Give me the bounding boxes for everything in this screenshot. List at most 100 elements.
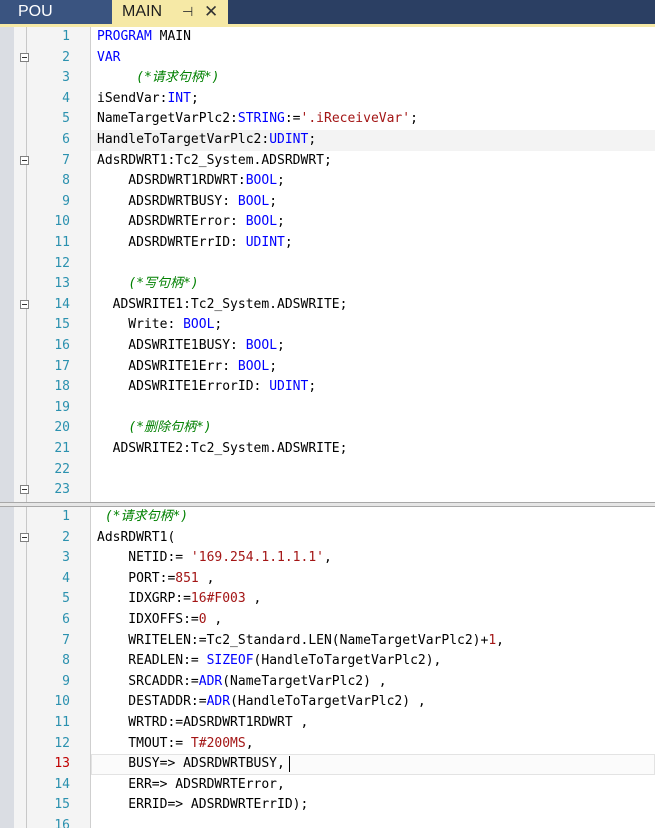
collapse-icon[interactable] (20, 532, 29, 542)
code-token: ADSRDWRT1RDWRT: (97, 173, 246, 189)
code-line[interactable]: 9 SRCADDR:=ADR(NameTargetVarPlc2) , (0, 672, 655, 693)
line-number: 17 (54, 358, 70, 374)
tab-pou[interactable]: POU (0, 0, 112, 24)
code-line[interactable]: 18 ADSWRITE1ErrorID: UDINT; (0, 377, 655, 398)
code-line[interactable]: 23 (0, 480, 655, 501)
code-token: ; (308, 379, 317, 395)
code-line[interactable]: 1 (*请求句柄*) (0, 507, 655, 528)
code-line[interactable]: 4 iSendVar:INT; (0, 89, 655, 110)
code-text: ERRID=> ADSRDWRTErrID); (97, 795, 308, 816)
code-token: VAR (97, 49, 121, 65)
code-token: , (206, 612, 223, 627)
code-text: IDXGRP:=16#F003 , (97, 589, 261, 610)
code-line[interactable]: 5 IDXGRP:=16#F003 , (0, 589, 655, 610)
code-line[interactable]: 2 AdsRDWRT1( (0, 528, 655, 549)
code-text: AdsRDWRT1( (97, 528, 175, 549)
code-token: AdsRDWRT1( (97, 529, 176, 545)
code-text: DESTADDR:=ADR(HandleToTargetVarPlc2) , (97, 692, 425, 713)
code-line[interactable]: 8 ADSRDWRT1RDWRT:BOOL; (0, 171, 655, 192)
code-line[interactable]: 7 AdsRDWRT1:Tc2_System.ADSRDWRT; (0, 151, 655, 172)
collapse-icon[interactable] (20, 299, 29, 309)
code-token: ADSWRITE1Err: (97, 358, 238, 374)
code-line[interactable]: 14 ADSWRITE1:Tc2_System.ADSWRITE; (0, 295, 655, 316)
collapse-icon[interactable] (20, 155, 29, 165)
code-line[interactable]: 14 ERR=> ADSRDWRTError, (0, 775, 655, 796)
code-line[interactable]: 3 NETID:= '169.254.1.1.1.1', (0, 548, 655, 569)
code-line[interactable]: 10 ADSRDWRTError: BOOL; (0, 212, 655, 233)
code-token: WRITELEN:=Tc2_Standard.LEN(NameTargetVar… (97, 632, 489, 648)
code-token: UDINT (269, 379, 309, 395)
code-token: ADSWRITE1:Tc2_System.ADSWRITE; (97, 296, 348, 312)
code-token: ADR (206, 694, 231, 710)
line-number: 2 (62, 49, 70, 65)
code-token: BOOL (237, 358, 270, 374)
line-number: 22 (54, 461, 70, 477)
code-line[interactable]: 1 PROGRAM MAIN (0, 27, 655, 48)
implementation-editor[interactable]: 1 (*请求句柄*) 2 AdsRDWRT1(3 NETID:= '169.254.… (0, 507, 655, 828)
code-token: 1 (488, 632, 497, 648)
code-line[interactable]: 5 NameTargetVarPlc2:STRING:='.iReceiveVar… (0, 109, 655, 130)
code-token: , (198, 570, 215, 586)
code-token: WRTRD:=ADSRDWRT1RDWRT , (97, 715, 309, 730)
code-token: BOOL (245, 173, 278, 189)
code-token: AdsRDWRT1:Tc2_System.ADSRDWRT; (97, 152, 332, 168)
code-line[interactable]: 2 VAR (0, 48, 655, 69)
code-line[interactable]: 6 HandleToTargetVarPlc2:UDINT; (0, 130, 655, 151)
line-number: 13 (54, 276, 70, 292)
code-line[interactable]: 11 WRTRD:=ADSRDWRT1RDWRT , (0, 713, 655, 734)
line-number: 13 (54, 756, 70, 772)
code-line[interactable]: 15 Write: BOOL; (0, 315, 655, 336)
code-token: := (284, 111, 301, 127)
code-token: 0 (198, 612, 207, 627)
code-line[interactable]: 15 ERRID=> ADSRDWRTErrID); (0, 795, 655, 816)
code-token: SIZEOF (206, 653, 254, 669)
declaration-editor[interactable]: 1 PROGRAM MAIN 2 VAR 3 (*请求句柄*) 4 iSendVar:INT… (0, 27, 655, 502)
code-token: NETID:= (97, 550, 191, 566)
code-text: Write: BOOL; (97, 315, 222, 336)
collapse-icon[interactable] (20, 485, 29, 495)
code-text: ERR=> ADSRDWRTError, (97, 775, 285, 796)
code-line[interactable]: 9 ADSRDWRTBUSY: BOOL; (0, 192, 655, 213)
code-line[interactable]: 10 DESTADDR:=ADR(HandleToTargetVarPlc2) … (0, 692, 655, 713)
code-token: MAIN (151, 29, 191, 44)
code-line[interactable]: 13 (*写句柄*) (0, 274, 655, 295)
code-line[interactable]: 16 (0, 816, 655, 828)
code-text: READLEN:= SIZEOF(HandleToTargetVarPlc2), (97, 651, 441, 672)
code-token: (*删除句柄*) (128, 420, 212, 436)
code-line[interactable]: 6 IDXOFFS:=0 , (0, 610, 655, 631)
code-line[interactable]: 12 TMOUT:= T#200MS, (0, 734, 655, 755)
pin-icon[interactable]: ⊣ (182, 0, 193, 24)
line-number: 8 (62, 173, 70, 189)
line-number: 2 (62, 529, 70, 545)
code-text: ADSWRITE1BUSY: BOOL; (97, 336, 285, 357)
code-token: BOOL (245, 338, 278, 353)
code-line[interactable]: 3 (*请求句柄*) (0, 68, 655, 89)
code-line[interactable]: 17 ADSWRITE1Err: BOOL; (0, 357, 655, 378)
code-line[interactable]: 12 (0, 254, 655, 275)
code-token: HandleToTargetVarPlc2: (97, 132, 270, 147)
code-token: (*请求句柄*) (97, 509, 189, 524)
code-line[interactable]: 8 READLEN:= SIZEOF(HandleToTargetVarPlc2… (0, 651, 655, 672)
editor-tab-bar: POU MAIN ⊣ ✕ (0, 0, 655, 24)
code-line[interactable]: 13 BUSY=> ADSRDWRTBUSY, (0, 754, 655, 775)
code-text: PORT:=851 , (97, 569, 214, 590)
code-token: , (496, 632, 504, 648)
code-token: T#200MS (190, 735, 246, 751)
code-token: , (245, 591, 262, 607)
code-line[interactable]: 11 ADSRDWRTErrID: UDINT; (0, 233, 655, 254)
close-icon[interactable]: ✕ (204, 0, 218, 24)
code-token: ADSRDWRTBUSY: (97, 193, 238, 209)
code-text: (*写句柄*) (97, 274, 198, 295)
code-line[interactable]: 22 (0, 460, 655, 481)
line-number: 15 (54, 797, 70, 813)
code-line[interactable]: 19 (0, 398, 655, 419)
code-line[interactable]: 21 ADSWRITE2:Tc2_System.ADSWRITE; (0, 439, 655, 460)
code-line[interactable]: 4 PORT:=851 , (0, 569, 655, 590)
code-line[interactable]: 7 WRITELEN:=Tc2_Standard.LEN(NameTargetV… (0, 631, 655, 652)
collapse-icon[interactable] (20, 52, 29, 62)
code-line[interactable]: 20 (*删除句柄*) (0, 418, 655, 439)
tab-main[interactable]: MAIN ⊣ ✕ (112, 0, 228, 24)
code-token: ADSRDWRTError: (97, 214, 246, 230)
code-line[interactable]: 16 ADSWRITE1BUSY: BOOL; (0, 336, 655, 357)
